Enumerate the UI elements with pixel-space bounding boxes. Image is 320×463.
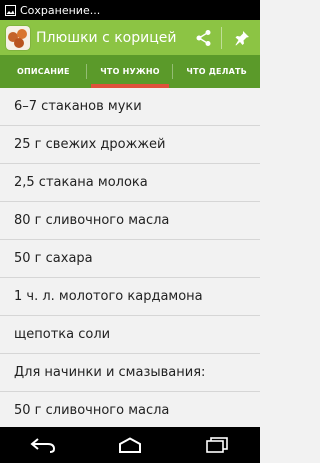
tab-label: ЧТО НУЖНО xyxy=(100,67,160,76)
share-button[interactable] xyxy=(189,20,219,55)
status-bar: Сохранение... xyxy=(0,0,260,20)
status-text: Сохранение... xyxy=(20,3,101,17)
ingredient-text: 80 г сливочного масла xyxy=(14,213,170,228)
image-icon xyxy=(4,4,16,16)
ingredient-text: 25 г свежих дрожжей xyxy=(14,137,166,152)
list-item: Для начинки и смазывания: xyxy=(0,354,260,392)
action-bar: Плюшки с корицей xyxy=(0,20,260,55)
pin-button[interactable] xyxy=(224,20,260,55)
list-item: 50 г сахара xyxy=(0,240,260,278)
list-item: 1 ч. л. молотого кардамона xyxy=(0,278,260,316)
ingredient-text: 6–7 стаканов муки xyxy=(14,99,142,114)
home-icon xyxy=(118,437,141,453)
navigation-bar xyxy=(0,427,260,463)
list-item: щепотка соли xyxy=(0,316,260,354)
share-icon xyxy=(196,29,211,46)
back-button[interactable] xyxy=(23,430,63,460)
list-item: 50 г сливочного масла xyxy=(0,392,260,427)
ingredient-text: 50 г сахара xyxy=(14,251,93,266)
ingredient-text: 50 г сливочного масла xyxy=(14,403,170,418)
ingredient-text: 2,5 стакана молока xyxy=(14,175,148,190)
list-item: 6–7 стаканов муки xyxy=(0,88,260,126)
list-item: 2,5 стакана молока xyxy=(0,164,260,202)
ingredient-text: Для начинки и смазывания: xyxy=(14,365,206,380)
tab-label: ОПИСАНИЕ xyxy=(16,67,70,76)
tab-instructions[interactable]: ЧТО ДЕЛАТЬ xyxy=(173,55,260,88)
action-divider xyxy=(221,26,222,49)
recents-icon xyxy=(205,437,228,453)
tab-label: ЧТО ДЕЛАТЬ xyxy=(186,67,247,76)
pin-icon xyxy=(235,30,249,45)
list-item: 80 г сливочного масла xyxy=(0,202,260,240)
app-icon[interactable] xyxy=(6,25,30,50)
page-title: Плюшки с корицей xyxy=(36,29,177,46)
tab-description[interactable]: ОПИСАНИЕ xyxy=(0,55,87,88)
tab-bar: ОПИСАНИЕ ЧТО НУЖНО ЧТО ДЕЛАТЬ xyxy=(0,55,260,88)
ingredient-text: 1 ч. л. молотого кардамона xyxy=(14,289,203,304)
home-button[interactable] xyxy=(110,430,150,460)
list-item: 25 г свежих дрожжей xyxy=(0,126,260,164)
ingredients-list[interactable]: 6–7 стаканов муки 25 г свежих дрожжей 2,… xyxy=(0,88,260,427)
back-icon xyxy=(30,438,56,453)
tab-ingredients[interactable]: ЧТО НУЖНО xyxy=(87,55,174,88)
recents-button[interactable] xyxy=(197,430,237,460)
ingredient-text: щепотка соли xyxy=(14,327,111,342)
